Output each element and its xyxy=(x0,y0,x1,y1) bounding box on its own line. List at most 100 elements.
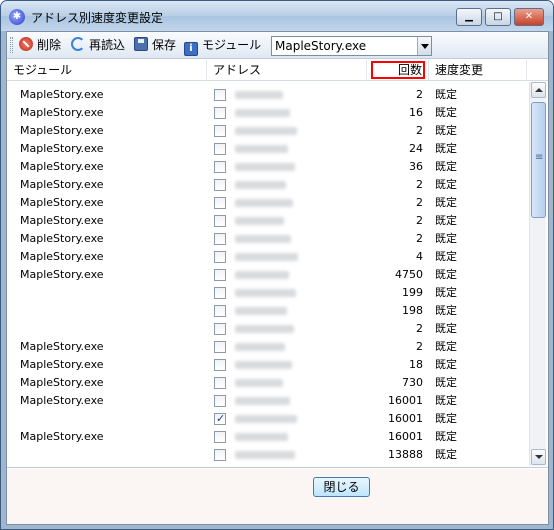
row-checkbox[interactable] xyxy=(214,197,226,209)
table-row[interactable]: 16001 既定 xyxy=(7,410,527,428)
row-checkbox[interactable] xyxy=(214,287,226,299)
table-row[interactable]: MapleStory.exe 16001 既定 xyxy=(7,428,527,446)
row-checkbox[interactable] xyxy=(214,359,226,371)
row-checkbox[interactable] xyxy=(214,179,226,191)
table-row[interactable]: MapleStory.exe 2 既定 xyxy=(7,86,527,104)
client-area: 削除 再読込 保存 i モジュール MapleStory.exe モジュール アド… xyxy=(6,31,549,525)
minimize-button[interactable]: ▁ xyxy=(456,8,482,26)
row-module: MapleStory.exe xyxy=(20,124,104,137)
module-info-icon: i xyxy=(184,42,198,56)
row-checkbox[interactable] xyxy=(214,395,226,407)
table-row[interactable]: MapleStory.exe 2 既定 xyxy=(7,122,527,140)
row-module: MapleStory.exe xyxy=(20,430,104,443)
table-row[interactable]: MapleStory.exe 36 既定 xyxy=(7,158,527,176)
table-row[interactable]: 199 既定 xyxy=(7,284,527,302)
table-row[interactable]: MapleStory.exe 4 既定 xyxy=(7,248,527,266)
row-module: MapleStory.exe xyxy=(20,214,104,227)
row-checkbox[interactable] xyxy=(214,215,226,227)
row-module: MapleStory.exe xyxy=(20,178,104,191)
row-count: 199 xyxy=(402,286,423,299)
chevron-down-icon[interactable] xyxy=(417,37,431,55)
row-count: 18 xyxy=(409,358,423,371)
row-checkbox[interactable] xyxy=(214,143,226,155)
row-speed: 既定 xyxy=(435,124,457,137)
reload-button[interactable]: 再読込 xyxy=(71,37,125,55)
row-speed: 既定 xyxy=(435,376,457,389)
scroll-down-icon[interactable] xyxy=(531,449,546,465)
row-checkbox[interactable] xyxy=(214,89,226,101)
row-module: MapleStory.exe xyxy=(20,376,104,389)
footer: 閉じる xyxy=(7,469,548,524)
row-speed: 既定 xyxy=(435,214,457,227)
count-header-highlight xyxy=(371,61,425,79)
row-count: 16 xyxy=(409,106,423,119)
row-checkbox[interactable] xyxy=(214,305,226,317)
row-address-blurred xyxy=(235,163,295,171)
row-address-blurred xyxy=(235,91,283,99)
row-count: 730 xyxy=(402,376,423,389)
row-speed: 既定 xyxy=(435,286,457,299)
table-row[interactable]: 198 既定 xyxy=(7,302,527,320)
title-bar[interactable]: ✱ アドレス別速度変更設定 ▁ □ ✕ xyxy=(1,1,553,31)
table-row[interactable]: MapleStory.exe 2 既定 xyxy=(7,194,527,212)
table-row[interactable]: MapleStory.exe 16 既定 xyxy=(7,104,527,122)
table-row[interactable]: MapleStory.exe 2 既定 xyxy=(7,230,527,248)
close-window-button[interactable]: ✕ xyxy=(514,8,544,26)
row-checkbox[interactable] xyxy=(214,410,226,428)
row-checkbox[interactable] xyxy=(214,233,226,245)
row-speed: 既定 xyxy=(435,178,457,191)
table-row[interactable]: MapleStory.exe 24 既定 xyxy=(7,140,527,158)
row-checkbox[interactable] xyxy=(214,377,226,389)
module-select[interactable]: MapleStory.exe xyxy=(271,36,432,56)
row-checkbox[interactable] xyxy=(214,107,226,119)
row-module: MapleStory.exe xyxy=(20,394,104,407)
row-module: MapleStory.exe xyxy=(20,250,104,263)
toolbar-grip[interactable] xyxy=(10,37,13,53)
scroll-thumb[interactable] xyxy=(531,102,546,218)
row-checkbox[interactable] xyxy=(214,341,226,353)
row-module: MapleStory.exe xyxy=(20,88,104,101)
row-address-blurred xyxy=(235,253,298,261)
row-count: 2 xyxy=(416,340,423,353)
table-row[interactable]: MapleStory.exe 2 既定 xyxy=(7,176,527,194)
row-speed: 既定 xyxy=(435,340,457,353)
toolbar: 削除 再読込 保存 i モジュール MapleStory.exe xyxy=(7,32,548,59)
close-button[interactable]: 閉じる xyxy=(313,477,370,497)
save-icon xyxy=(134,37,148,51)
row-checkbox[interactable] xyxy=(214,269,226,281)
row-module: MapleStory.exe xyxy=(20,268,104,281)
table-row[interactable]: MapleStory.exe 18 既定 xyxy=(7,356,527,374)
row-count: 2 xyxy=(416,214,423,227)
delete-button[interactable]: 削除 xyxy=(19,37,61,55)
module-label-text: モジュール xyxy=(202,38,262,52)
row-address-blurred xyxy=(235,145,288,153)
row-count: 198 xyxy=(402,304,423,317)
scroll-up-icon[interactable] xyxy=(531,82,546,98)
table-row[interactable]: MapleStory.exe 2 既定 xyxy=(7,338,527,356)
maximize-button[interactable]: □ xyxy=(485,8,511,26)
row-speed: 既定 xyxy=(435,322,457,335)
row-checkbox[interactable] xyxy=(214,323,226,335)
column-header-module[interactable]: モジュール xyxy=(7,60,207,81)
save-button[interactable]: 保存 xyxy=(134,37,176,55)
table-row[interactable]: MapleStory.exe 4750 既定 xyxy=(7,266,527,284)
table-row[interactable]: MapleStory.exe 730 既定 xyxy=(7,374,527,392)
column-header-address[interactable]: アドレス xyxy=(207,60,367,81)
row-checkbox[interactable] xyxy=(214,125,226,137)
row-address-blurred xyxy=(235,325,294,333)
row-checkbox[interactable] xyxy=(214,449,226,461)
column-header-speed[interactable]: 速度変更 xyxy=(429,60,527,81)
table-row[interactable]: 2 既定 xyxy=(7,320,527,338)
row-checkbox[interactable] xyxy=(214,431,226,443)
table-row[interactable]: 13888 既定 xyxy=(7,446,527,464)
save-label: 保存 xyxy=(152,38,177,52)
table-row[interactable]: MapleStory.exe 16001 既定 xyxy=(7,392,527,410)
row-count: 2 xyxy=(416,322,423,335)
row-checkbox[interactable] xyxy=(214,161,226,173)
table-row[interactable]: MapleStory.exe 2 既定 xyxy=(7,212,527,230)
row-checkbox[interactable] xyxy=(214,251,226,263)
vertical-scrollbar[interactable] xyxy=(529,82,546,466)
row-count: 16001 xyxy=(388,394,423,407)
row-speed: 既定 xyxy=(435,160,457,173)
row-module: MapleStory.exe xyxy=(20,232,104,245)
